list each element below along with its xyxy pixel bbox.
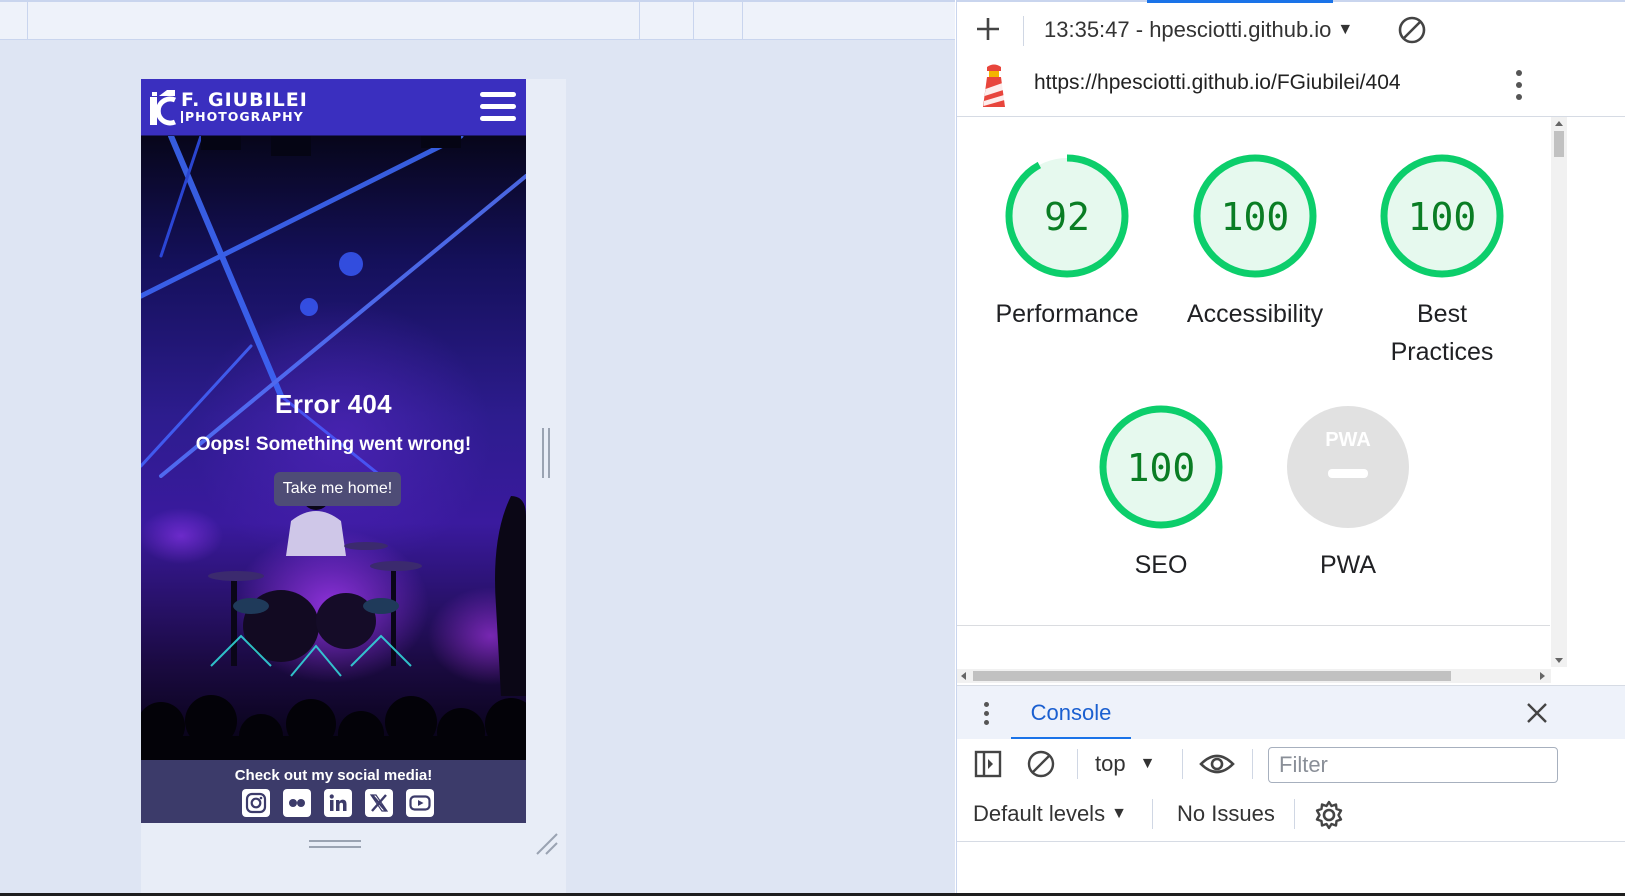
gauge-pwa[interactable]: PWA PWA	[1268, 404, 1428, 584]
gear-icon[interactable]	[1313, 799, 1345, 831]
seo-score-gauge: 100	[1099, 405, 1223, 529]
error-subtitle: Oops! Something went wrong!	[195, 434, 472, 455]
score-value: 92	[1044, 195, 1090, 239]
scroll-left-arrow-icon[interactable]	[961, 672, 966, 680]
toolbar-segment	[639, 2, 693, 40]
scroll-right-arrow-icon[interactable]	[1540, 672, 1545, 680]
scroll-up-arrow-icon[interactable]	[1555, 121, 1563, 126]
lighthouse-logo-icon	[983, 64, 1005, 107]
console-toolbar: top ▼ Default levels ▼ No Issues	[957, 739, 1625, 841]
mobile-page-preview: F. GIUBILEI PHOTOGRAPHY Error 404 Oops! …	[141, 79, 526, 823]
active-panel-indicator	[1147, 0, 1333, 3]
console-output-area[interactable]	[957, 841, 1625, 896]
accessibility-score-gauge: 100	[1193, 154, 1317, 278]
toolbar-divider	[1182, 749, 1183, 779]
report-selector-label: 13:35:47 - hpesciotti.github.io	[1044, 17, 1332, 42]
score-value: 100	[1127, 446, 1196, 490]
x-icon[interactable]	[364, 789, 393, 817]
logo-subtitle: PHOTOGRAPHY	[181, 110, 308, 124]
score-label: Accessibility	[1186, 300, 1324, 328]
lighthouse-scores: 92 Performance 100 Accessibility 100 Bes…	[957, 117, 1552, 670]
instagram-icon[interactable]	[241, 789, 270, 817]
log-levels-label: Default levels	[973, 801, 1106, 826]
device-right-gutter	[526, 79, 566, 896]
score-label: PWA	[1319, 551, 1377, 579]
resize-corner-handle[interactable]	[533, 830, 559, 856]
take-me-home-button[interactable]: Take me home!	[273, 472, 402, 506]
device-toolbar	[0, 0, 955, 40]
section-divider	[957, 625, 1550, 626]
report-url-link[interactable]: https://hpesciotti.github.io/FGiubilei/4…	[1034, 71, 1401, 95]
caret-down-icon: ▼	[1337, 21, 1354, 38]
context-label: top	[1095, 751, 1126, 776]
filter-input[interactable]	[1268, 747, 1558, 783]
more-options-icon[interactable]	[1511, 68, 1527, 102]
performance-score-gauge: 92	[1005, 154, 1129, 278]
score-value: 100	[1408, 195, 1477, 239]
flickr-icon[interactable]	[282, 789, 311, 817]
lighthouse-toolbar: 13:35:47 - hpesciotti.github.io ▼	[957, 0, 1625, 57]
resize-handle-right[interactable]	[541, 428, 551, 478]
gauge-seo[interactable]: 100 SEO	[1081, 404, 1241, 584]
drawer-tab-bar: Console	[957, 685, 1625, 740]
logo-title: F. GIUBILEI	[181, 88, 308, 111]
social-links	[141, 789, 526, 817]
clear-console-icon[interactable]	[1026, 749, 1056, 779]
tab-console[interactable]: Console	[1011, 686, 1131, 740]
issues-button[interactable]: No Issues	[1177, 801, 1275, 827]
gauge-accessibility[interactable]: 100 Accessibility	[1175, 153, 1335, 333]
report-url-bar: https://hpesciotti.github.io/FGiubilei/4…	[957, 57, 1625, 117]
scrollbar-thumb[interactable]	[973, 671, 1451, 681]
linkedin-icon[interactable]	[323, 789, 352, 817]
new-report-plus-icon[interactable]	[975, 16, 1001, 42]
eye-icon[interactable]	[1199, 751, 1235, 777]
toolbar-segment	[742, 2, 955, 40]
toolbar-divider	[1252, 749, 1253, 779]
site-header: F. GIUBILEI PHOTOGRAPHY	[141, 79, 526, 136]
camera-logo-icon	[150, 90, 176, 126]
footer-label: Check out my social media!	[234, 767, 433, 784]
score-label: Best Practices	[1390, 300, 1494, 366]
score-label: Performance	[995, 300, 1139, 328]
clear-reports-icon[interactable]	[1397, 15, 1427, 45]
report-selector[interactable]: 13:35:47 - hpesciotti.github.io ▼	[1044, 16, 1353, 44]
pwa-badge-text: PWA	[1325, 429, 1371, 451]
toolbar-divider	[1294, 799, 1295, 829]
pwa-badge-gauge: PWA	[1287, 406, 1409, 528]
devtools-panel: 13:35:47 - hpesciotti.github.io ▼ https:…	[956, 0, 1625, 896]
score-value: 100	[1221, 195, 1290, 239]
sidebar-toggle-icon[interactable]	[973, 749, 1003, 779]
caret-down-icon: ▼	[1139, 755, 1156, 772]
hero-background-image: Error 404 Oops! Something went wrong! Ta…	[141, 136, 526, 760]
resize-handle-bottom[interactable]	[309, 838, 361, 850]
youtube-icon[interactable]	[405, 789, 434, 817]
context-selector[interactable]: top ▼	[1095, 751, 1155, 777]
toolbar-segment	[693, 2, 742, 40]
caret-down-icon: ▼	[1111, 805, 1127, 822]
site-footer: Check out my social media!	[141, 760, 526, 823]
toolbar-segment	[27, 2, 639, 40]
score-label: SEO	[1134, 551, 1188, 579]
best-practices-score-gauge: 100	[1380, 154, 1504, 278]
log-levels-selector[interactable]: Default levels ▼	[973, 801, 1127, 827]
horizontal-scrollbar[interactable]	[957, 669, 1551, 683]
vertical-scrollbar[interactable]	[1551, 117, 1567, 667]
gauge-best-practices[interactable]: 100 Best Practices	[1362, 153, 1522, 371]
scroll-down-arrow-icon[interactable]	[1555, 658, 1563, 663]
device-bottom-gutter	[141, 823, 566, 896]
toolbar-divider	[1023, 16, 1024, 46]
toolbar-divider	[1152, 799, 1153, 829]
hamburger-menu-icon[interactable]	[480, 92, 516, 122]
close-icon[interactable]	[1525, 701, 1549, 725]
error-title: Error 404	[275, 389, 392, 419]
site-logo[interactable]: F. GIUBILEI PHOTOGRAPHY	[149, 87, 308, 127]
device-viewport-area: F. GIUBILEI PHOTOGRAPHY Error 404 Oops! …	[0, 0, 955, 896]
error-message-block: Error 404 Oops! Something went wrong! Ta…	[141, 389, 526, 506]
toolbar-divider	[1077, 749, 1078, 779]
scrollbar-thumb[interactable]	[1554, 131, 1564, 157]
gauge-performance[interactable]: 92 Performance	[987, 153, 1147, 333]
drawer-menu-icon[interactable]	[981, 700, 993, 728]
